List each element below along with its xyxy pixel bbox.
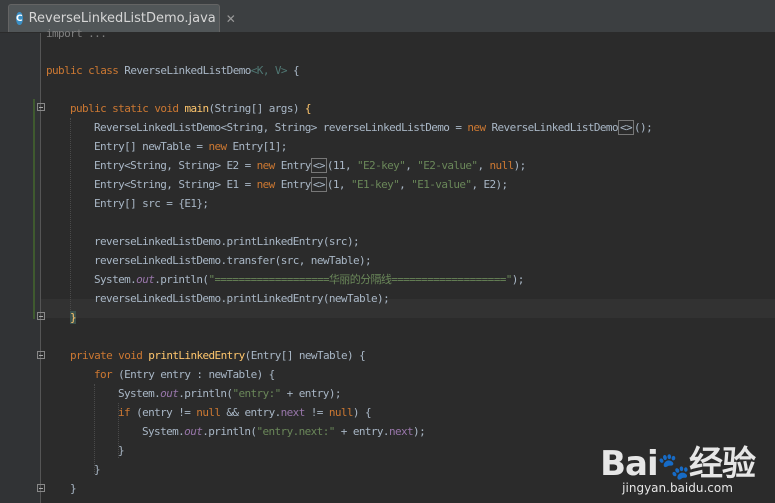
fold-icon[interactable]	[37, 484, 45, 492]
code-line: reverseLinkedListDemo.transfer(src, newT…	[94, 254, 372, 267]
code-line-import: import ...	[46, 27, 107, 40]
close-icon[interactable]: ✕	[226, 12, 236, 26]
code-line-main-declaration: public static void main(String[] args) {	[70, 102, 312, 115]
code-line: reverseLinkedListDemo.printLinkedEntry(s…	[94, 235, 360, 248]
java-class-icon: C	[16, 12, 23, 25]
code-line: System.out.println("entry:" + entry);	[118, 387, 341, 400]
fold-icon[interactable]	[37, 312, 45, 320]
code-line-class-declaration: public class ReverseLinkedListDemo<K, V>…	[46, 64, 300, 77]
baidu-watermark: Bai🐾经验 jingyan.baidu.com	[600, 436, 756, 495]
code-line: System.out.println("===================华…	[94, 273, 524, 286]
editor-tab-bar: C ReverseLinkedListDemo.java ✕	[0, 0, 775, 33]
code-line: Entry<String, String> E1 = new Entry <> (1…	[94, 177, 508, 192]
indent-guide	[70, 118, 71, 318]
code-line: reverseLinkedListDemo.printLinkedEntry(n…	[94, 292, 390, 305]
code-line: Entry[] newTable = new Entry[1];	[94, 140, 287, 153]
code-line: System.out.println("entry.next:" + entry…	[142, 425, 426, 438]
change-marker	[33, 99, 35, 319]
code-editor[interactable]: import ... public class ReverseLinkedLis…	[0, 27, 775, 503]
code-line-close-method: }	[70, 482, 77, 495]
code-line-close-for: }	[94, 463, 101, 476]
code-line: Entry[] src = {E1};	[94, 197, 209, 210]
code-line-close-if: }	[118, 444, 125, 457]
code-line-method-declaration: private void printLinkedEntry(Entry[] ne…	[70, 349, 366, 362]
baidu-logo: Bai🐾经验	[600, 444, 756, 484]
file-tab[interactable]: C ReverseLinkedListDemo.java ✕	[8, 4, 236, 32]
fold-icon[interactable]	[37, 351, 45, 359]
code-line: Entry<String, String> E2 = new Entry <> (1…	[94, 158, 526, 173]
code-line-close-main: }	[70, 311, 77, 324]
code-line: ReverseLinkedListDemo<String, String> re…	[94, 120, 653, 135]
fold-icon[interactable]	[37, 103, 45, 111]
code-line-for: for (Entry entry : newTable) {	[94, 368, 275, 381]
code-line-if: if (entry != null && entry.next != null)…	[118, 406, 372, 419]
paw-icon: 🐾	[657, 452, 690, 482]
watermark-url: jingyan.baidu.com	[622, 481, 733, 495]
